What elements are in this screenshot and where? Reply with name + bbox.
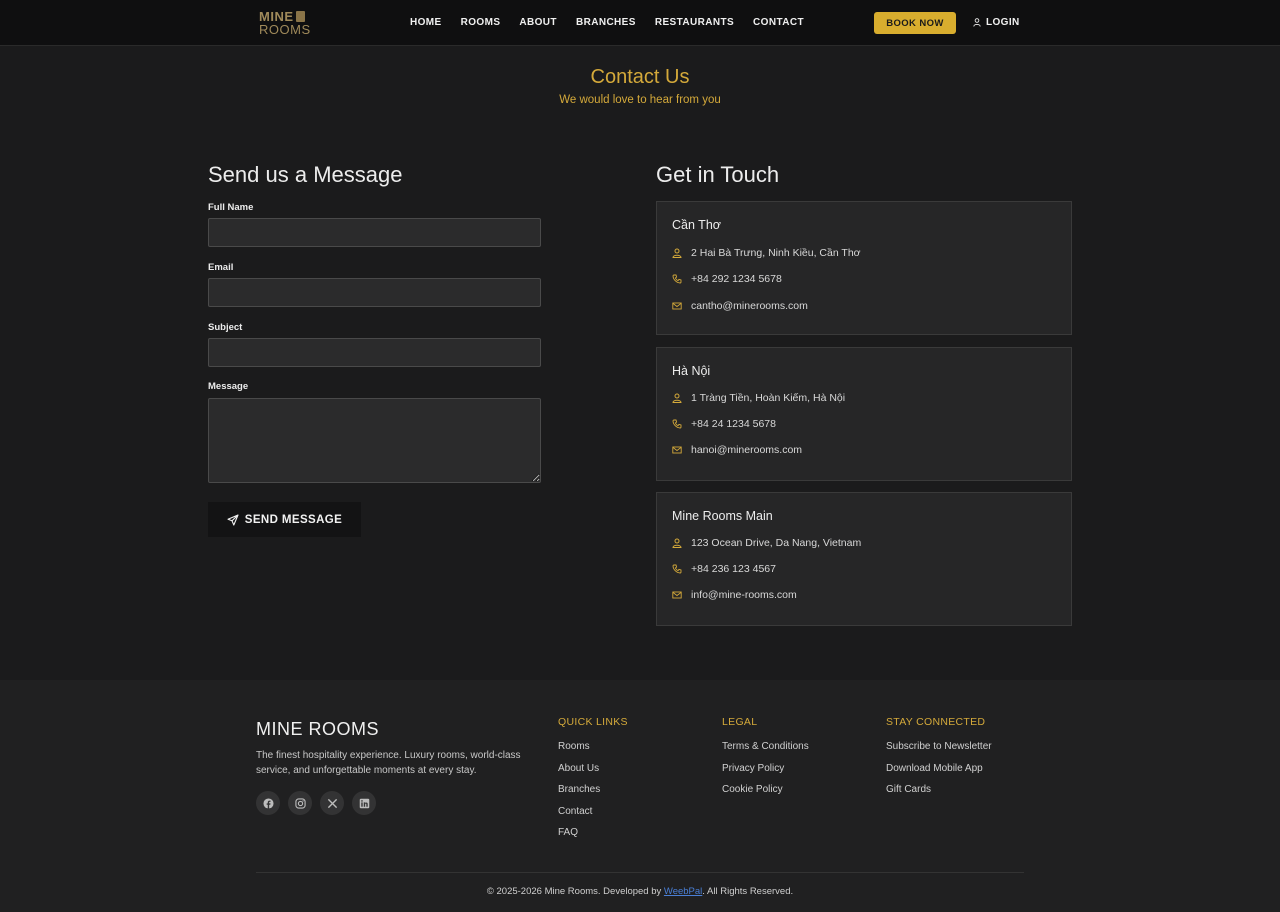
branch-email: hanoi@minerooms.com — [672, 444, 802, 456]
branch-address: 123 Ocean Drive, Da Nang, Vietnam — [672, 537, 861, 549]
touch-heading: Get in Touch — [656, 162, 780, 187]
user-icon — [973, 18, 981, 27]
branch-email-text[interactable]: hanoi@minerooms.com — [691, 444, 802, 456]
login-link[interactable]: LOGIN — [973, 17, 1020, 28]
footer: MINE ROOMS The finest hospitality experi… — [0, 680, 1280, 912]
top-navbar: MINE ROOMS HOME ROOMS ABOUT BRANCHES RES… — [0, 0, 1280, 46]
full-name-label: Full Name — [208, 202, 254, 213]
footer-link-terms[interactable]: Terms & Conditions — [722, 741, 809, 754]
stay-connected-title: STAY CONNECTED — [886, 716, 986, 728]
footer-link-mobile-app[interactable]: Download Mobile App — [886, 763, 992, 776]
legal-column: LEGAL Terms & Conditions Privacy Policy … — [722, 716, 809, 806]
mail-icon — [672, 591, 682, 599]
login-label: LOGIN — [986, 17, 1020, 28]
send-message-button[interactable]: SEND MESSAGE — [208, 502, 361, 537]
branch-phone: +84 292 1234 5678 — [672, 273, 782, 285]
developer-link[interactable]: WeebPal — [664, 886, 702, 897]
logo[interactable]: MINE ROOMS — [259, 10, 311, 36]
branch-phone-text: +84 236 123 4567 — [691, 563, 776, 575]
instagram-icon[interactable] — [288, 791, 312, 815]
page-title: Contact Us — [590, 66, 690, 88]
send-icon — [227, 513, 239, 526]
phone-icon — [672, 274, 682, 284]
facebook-icon[interactable] — [256, 791, 280, 815]
footer-link-privacy[interactable]: Privacy Policy — [722, 763, 809, 776]
legal-title: LEGAL — [722, 716, 758, 728]
page-subtitle: We would love to hear from you — [559, 94, 721, 106]
nav-contact[interactable]: CONTACT — [753, 17, 804, 28]
quick-links-title: QUICK LINKS — [558, 716, 628, 728]
footer-brand: MINE ROOMS — [256, 719, 380, 739]
branch-card: Hà Nội 1 Tràng Tiền, Hoàn Kiếm, Hà Nội +… — [656, 347, 1072, 481]
location-icon — [672, 538, 682, 548]
x-icon[interactable] — [320, 791, 344, 815]
branch-name: Hà Nội — [672, 364, 711, 378]
mail-icon — [672, 302, 682, 310]
location-icon — [672, 393, 682, 403]
send-label: SEND MESSAGE — [244, 513, 343, 526]
logo-line2: ROOMS — [259, 22, 311, 37]
stay-connected-column: STAY CONNECTED Subscribe to Newsletter D… — [886, 716, 992, 806]
main-menu: HOME ROOMS ABOUT BRANCHES RESTAURANTS CO… — [410, 17, 823, 28]
nav-restaurants[interactable]: RESTAURANTS — [655, 17, 734, 28]
book-now-button[interactable]: BOOK NOW — [874, 12, 956, 34]
nav-home[interactable]: HOME — [410, 17, 442, 28]
nav-about[interactable]: ABOUT — [519, 17, 557, 28]
message-textarea[interactable] — [208, 398, 541, 483]
branch-phone-text: +84 292 1234 5678 — [691, 273, 782, 285]
branch-address-text: 1 Tràng Tiền, Hoàn Kiếm, Hà Nội — [691, 392, 846, 404]
branch-email-text[interactable]: info@mine-rooms.com — [691, 589, 797, 601]
footer-link-branches[interactable]: Branches — [558, 784, 628, 797]
branch-card: Mine Rooms Main 123 Ocean Drive, Da Nang… — [656, 492, 1072, 626]
branch-name: Cần Thơ — [672, 218, 721, 232]
copyright: © 2025-2026 Mine Rooms. Developed by Wee… — [0, 886, 1280, 897]
nav-branches[interactable]: BRANCHES — [576, 17, 636, 28]
email-label: Email — [208, 262, 234, 273]
footer-link-faq[interactable]: FAQ — [558, 827, 628, 840]
phone-icon — [672, 564, 682, 574]
footer-link-about[interactable]: About Us — [558, 763, 628, 776]
footer-divider — [256, 872, 1024, 873]
branch-email: info@mine-rooms.com — [672, 589, 797, 601]
branch-address-text: 123 Ocean Drive, Da Nang, Vietnam — [691, 537, 862, 549]
branch-phone: +84 236 123 4567 — [672, 563, 776, 575]
branch-address: 2 Hai Bà Trưng, Ninh Kiều, Cần Thơ — [672, 247, 861, 259]
building-icon — [295, 11, 305, 22]
branch-name: Mine Rooms Main — [672, 509, 773, 523]
subject-input[interactable] — [208, 338, 541, 367]
branch-card: Cần Thơ 2 Hai Bà Trưng, Ninh Kiều, Cần T… — [656, 201, 1072, 335]
message-label: Message — [208, 381, 249, 392]
branch-phone: +84 24 1234 5678 — [672, 418, 776, 430]
branch-email: cantho@minerooms.com — [672, 300, 808, 312]
footer-description: The finest hospitality experience. Luxur… — [256, 750, 521, 776]
linkedin-icon[interactable] — [352, 791, 376, 815]
email-input[interactable] — [208, 278, 541, 307]
full-name-input[interactable] — [208, 218, 541, 247]
footer-link-rooms[interactable]: Rooms — [558, 741, 628, 754]
footer-link-newsletter[interactable]: Subscribe to Newsletter — [886, 741, 992, 754]
copyright-prefix: © 2025-2026 Mine Rooms. Developed by — [486, 886, 664, 897]
footer-link-cookie[interactable]: Cookie Policy — [722, 784, 809, 797]
footer-link-gift-cards[interactable]: Gift Cards — [886, 784, 992, 797]
branch-address-text: 2 Hai Bà Trưng, Ninh Kiều, Cần Thơ — [691, 247, 861, 259]
footer-link-contact[interactable]: Contact — [558, 806, 628, 819]
copyright-suffix: . All Rights Reserved. — [702, 886, 794, 897]
branch-address: 1 Tràng Tiền, Hoàn Kiếm, Hà Nội — [672, 392, 845, 404]
nav-rooms[interactable]: ROOMS — [461, 17, 501, 28]
mail-icon — [672, 446, 682, 454]
form-heading: Send us a Message — [208, 162, 403, 187]
subject-label: Subject — [208, 322, 243, 333]
location-icon — [672, 248, 682, 258]
phone-icon — [672, 419, 682, 429]
quick-links-column: QUICK LINKS Rooms About Us Branches Cont… — [558, 716, 628, 849]
branch-phone-text: +84 24 1234 5678 — [691, 418, 776, 430]
branch-email-text[interactable]: cantho@minerooms.com — [691, 300, 808, 312]
